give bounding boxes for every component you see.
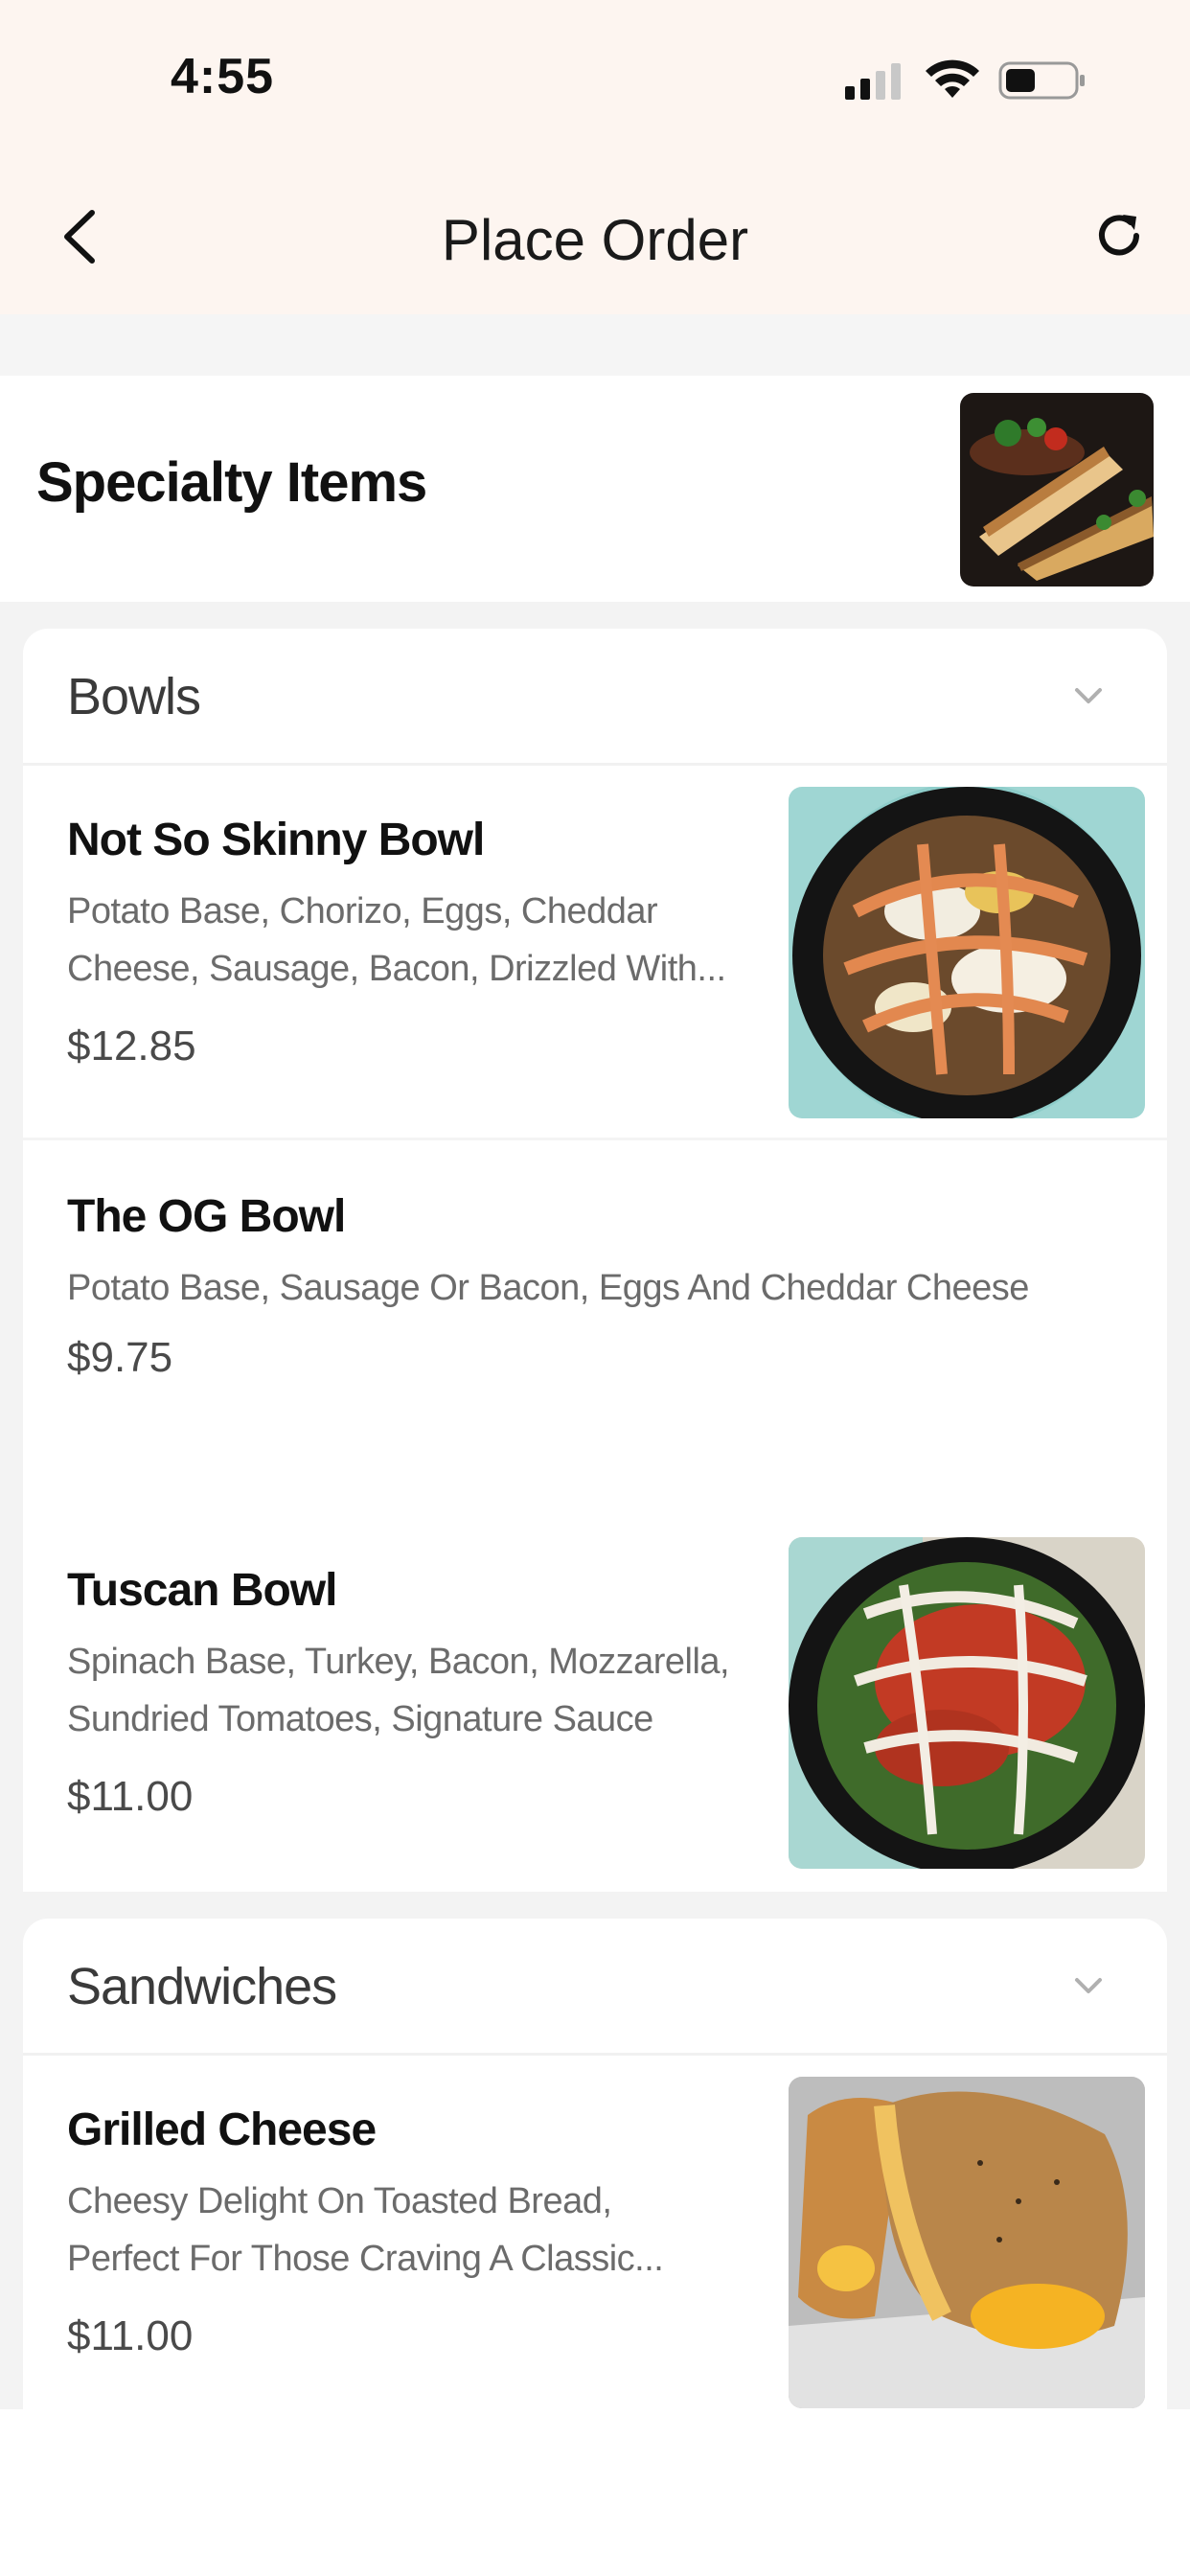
item-description-line: Spinach Base, Turkey, Bacon, Mozzarella, <box>67 1642 730 1682</box>
item-image <box>789 2077 1145 2408</box>
chevron-down-icon[interactable] <box>1069 677 1108 715</box>
section-title: Bowls <box>67 668 201 725</box>
item-description: Potato Base, Sausage Or Bacon, Eggs And … <box>67 1259 1029 1317</box>
cellular-signal-icon <box>845 63 901 100</box>
section-bowls: Bowls Not So Skinny Bowl Potato Base, Ch… <box>23 629 1167 1892</box>
item-name: Not So Skinny Bowl <box>67 815 485 865</box>
menu-item[interactable]: Grilled Cheese Cheesy Delight On Toasted… <box>23 2056 1167 2409</box>
menu-item[interactable]: Tuscan Bowl Spinach Base, Turkey, Bacon,… <box>23 1514 1167 1892</box>
battery-icon <box>998 61 1085 100</box>
section-title: Sandwiches <box>67 1958 337 2015</box>
specialty-image <box>960 393 1154 586</box>
item-description: Cheesy Delight On Toasted Bread, Perfect… <box>67 2173 664 2288</box>
specialty-title: Specialty Items <box>36 451 427 514</box>
section-header-bowls[interactable]: Bowls <box>23 629 1167 766</box>
wifi-icon <box>926 59 979 98</box>
nav-bar: Place Order <box>0 153 1190 314</box>
item-description: Spinach Base, Turkey, Bacon, Mozzarella,… <box>67 1633 730 1748</box>
item-price: $12.85 <box>67 1023 196 1070</box>
item-price: $11.00 <box>67 1773 194 1820</box>
status-icons <box>0 56 1190 104</box>
divider-strip <box>0 314 1190 376</box>
section-header-sandwiches[interactable]: Sandwiches <box>23 1919 1167 2056</box>
item-image <box>789 1537 1145 1869</box>
refresh-icon[interactable] <box>1090 207 1148 264</box>
item-name: The OG Bowl <box>67 1191 346 1242</box>
item-image <box>789 787 1145 1118</box>
item-description-line: Potato Base, Sausage Or Bacon, Eggs And … <box>67 1268 1029 1308</box>
section-sandwiches: Sandwiches Grilled Cheese Cheesy Delight… <box>23 1919 1167 2409</box>
item-price: $11.00 <box>67 2312 194 2359</box>
item-name: Grilled Cheese <box>67 2104 377 2155</box>
item-description-line: Potato Base, Chorizo, Eggs, Cheddar <box>67 891 658 932</box>
item-description: Potato Base, Chorizo, Eggs, Cheddar Chee… <box>67 883 726 998</box>
item-price: $9.75 <box>67 1334 173 1381</box>
item-description-line: Sundried Tomatoes, Signature Sauce <box>67 1699 653 1739</box>
chevron-down-icon[interactable] <box>1069 1966 1108 2005</box>
status-bar: 4:55 <box>0 0 1190 153</box>
item-name: Tuscan Bowl <box>67 1565 337 1616</box>
item-description-line: Perfect For Those Craving A Classic... <box>67 2239 664 2279</box>
item-description-line: Cheese, Sausage, Bacon, Drizzled With... <box>67 949 726 989</box>
page-title: Place Order <box>441 208 749 272</box>
menu-item[interactable]: Not So Skinny Bowl Potato Base, Chorizo,… <box>23 766 1167 1140</box>
specialty-banner[interactable]: Specialty Items <box>0 376 1190 602</box>
menu-item[interactable]: The OG Bowl Potato Base, Sausage Or Baco… <box>23 1140 1167 1514</box>
item-description-line: Cheesy Delight On Toasted Bread, <box>67 2181 612 2221</box>
